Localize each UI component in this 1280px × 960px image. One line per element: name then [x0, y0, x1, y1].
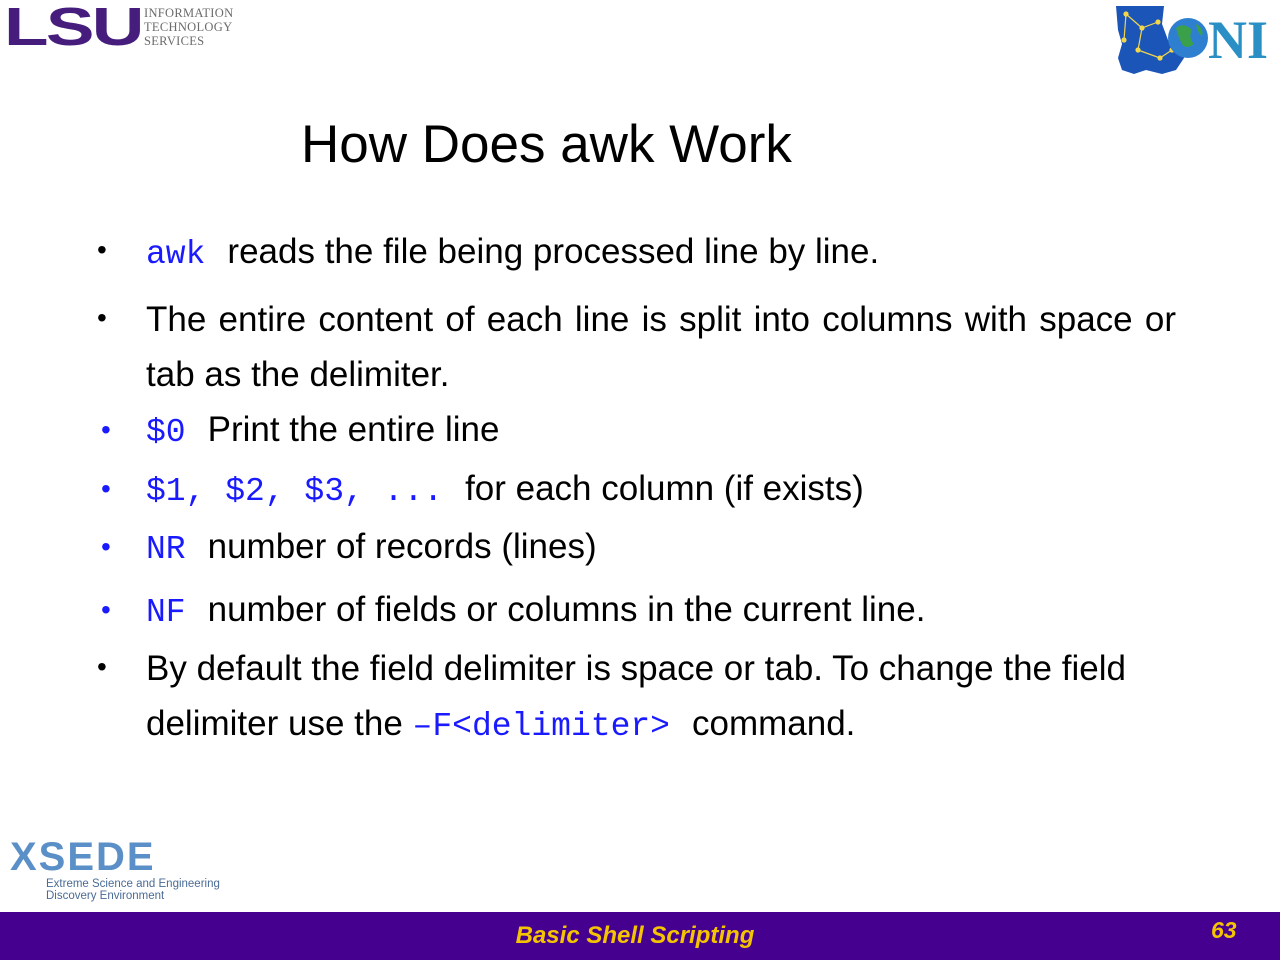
xsede-logo-mark: XSEDE — [10, 835, 156, 879]
bullet-dot: • — [101, 594, 111, 625]
bullet-nf-text: number of fields or columns in the curre… — [207, 590, 926, 629]
bullet-awk-text: reads the file being processed line by l… — [227, 232, 880, 271]
bullet-dot: • — [101, 473, 111, 504]
bullet-dot: • — [101, 414, 111, 445]
code-field-delimiter: –F<delimiter> — [412, 708, 670, 745]
lsu-logo-mark: LSU — [4, 0, 144, 57]
bullet-dot: • — [97, 302, 107, 333]
page-number: 63 — [1211, 917, 1237, 943]
bullet-dot: • — [97, 651, 107, 682]
code-dollar-zero: $0 — [146, 414, 186, 451]
bullet-text: NR number of records (lines) — [146, 519, 1176, 577]
bullet-columns-text: The entire content of each line is split… — [146, 300, 1176, 394]
bullet-dot: • — [97, 234, 107, 265]
bullet-column-vars-text: for each column (if exists) — [465, 469, 864, 508]
xsede-tagline-2: Discovery Environment — [46, 890, 165, 902]
bullet-text: $1, $2, $3, ... for each column (if exist… — [146, 461, 1176, 519]
xsede-logo: XSEDE Extreme Science and Engineering Di… — [10, 836, 220, 902]
loni-logo-text: NI — [1208, 10, 1268, 70]
loni-logo: NI — [1116, 6, 1268, 74]
code-awk: awk — [146, 236, 206, 273]
slide-title: How Does awk Work — [301, 115, 792, 174]
bullet-nr-text: number of records (lines) — [207, 527, 597, 566]
footer-title: Basic Shell Scripting — [515, 922, 755, 949]
bullet-text: $0 Print the entire line — [146, 402, 1176, 460]
bullet-text: NF number of fields or columns in the cur… — [146, 582, 1176, 640]
bullet-delimiter-text-after: command. — [691, 704, 856, 743]
bullet-dot: • — [101, 531, 111, 562]
bullet-text: By default the field delimiter is space … — [146, 641, 1176, 754]
code-column-vars: $1, $2, $3, ... — [146, 473, 444, 510]
xsede-tagline-1: Extreme Science and Engineering — [46, 878, 220, 890]
code-nf: NF — [146, 594, 186, 631]
code-nr: NR — [146, 531, 186, 568]
bullet-text: awk reads the file being processed line b… — [146, 224, 1176, 282]
lsu-its-logo: LSU INFORMATION TECHNOLOGY SERVICES — [4, 0, 233, 57]
bullet-dollar-zero-text: Print the entire line — [207, 410, 500, 449]
